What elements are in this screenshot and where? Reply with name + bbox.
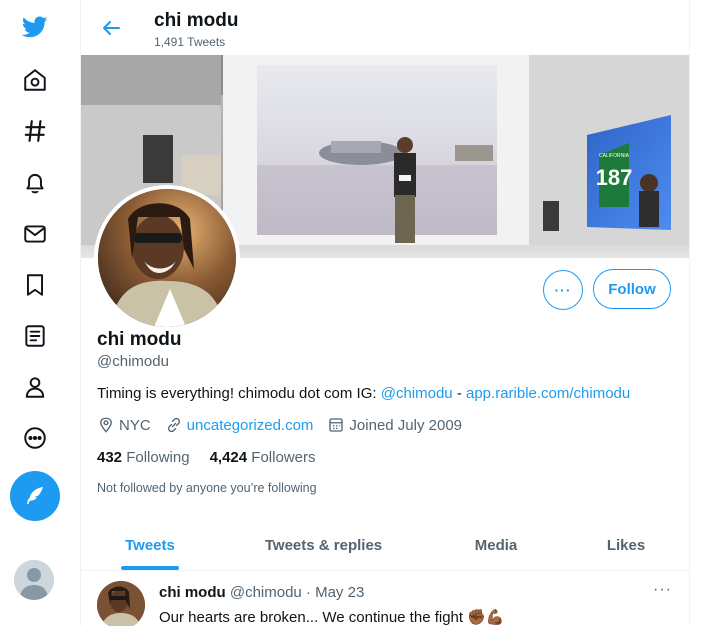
following-link[interactable]: 432 Following	[97, 449, 190, 466]
profile-tabs: Tweets Tweets & replies Media Likes	[81, 520, 689, 571]
display-name: chi modu	[97, 329, 182, 350]
bio-ig-link[interactable]: @chimodu	[381, 385, 453, 402]
back-arrow-icon[interactable]	[99, 16, 123, 40]
bio-rarible-link[interactable]: app.rarible.com/chimodu	[466, 385, 630, 402]
tab-tweets[interactable]: Tweets	[111, 520, 189, 570]
hashtag-icon[interactable]	[16, 112, 54, 150]
more-options-button[interactable]: ···	[543, 270, 583, 310]
user-handle: @chimodu	[97, 353, 169, 370]
bookmark-icon[interactable]	[16, 266, 54, 304]
followers-label: Followers	[247, 449, 316, 466]
link-icon	[167, 417, 180, 433]
compose-tweet-button[interactable]	[10, 471, 60, 521]
page-title: chi modu	[154, 10, 239, 31]
bio-separator: -	[452, 385, 466, 402]
tweet-header: chi modu @chimodu · May 23	[159, 584, 364, 601]
joined-item: Joined July 2009	[327, 416, 462, 434]
mail-icon[interactable]	[16, 215, 54, 253]
followers-count: 4,424	[209, 449, 248, 466]
tweet-count: 1,491 Tweets	[154, 35, 226, 49]
list-icon[interactable]	[16, 317, 54, 355]
profile-avatar[interactable]	[94, 185, 240, 331]
sidebar	[0, 0, 70, 626]
tab-media[interactable]: Media	[456, 520, 536, 570]
followers-link[interactable]: 4,424 Followers	[210, 449, 316, 466]
banner-sign-number: 187	[596, 165, 633, 190]
bell-icon[interactable]	[16, 164, 54, 202]
compose-feather-icon	[27, 487, 43, 504]
tweet-author-meta: @chimodu · May 23	[225, 584, 365, 601]
not-followed-notice: Not followed by anyone you’re following	[97, 481, 317, 495]
joined-text: Joined July 2009	[349, 416, 463, 434]
location-text: NYC	[119, 416, 151, 434]
profile-icon[interactable]	[16, 368, 54, 406]
tab-tweets-replies[interactable]: Tweets & replies	[251, 520, 396, 570]
banner-sign-caption: CALIFORNIA	[599, 153, 630, 159]
profile-meta: NYC uncategorized.com Joined July 2009	[97, 416, 476, 434]
tweet-item[interactable]: chi modu @chimodu · May 23 ··· Our heart…	[81, 571, 689, 626]
twitter-bird-glyph	[22, 16, 48, 38]
location-item: NYC	[97, 416, 151, 434]
location-pin-icon	[100, 417, 112, 433]
tweet-avatar[interactable]	[97, 581, 145, 626]
tweet-author-name: chi modu	[159, 584, 226, 601]
tweet-more-icon[interactable]: ···	[653, 581, 672, 599]
home-icon[interactable]	[16, 61, 54, 99]
tweet-text: Our hearts are broken... We continue the…	[159, 609, 505, 626]
tab-likes[interactable]: Likes	[591, 520, 661, 570]
website-item: uncategorized.com	[165, 416, 314, 434]
bio-text: Timing is everything! chimodu dot com IG…	[97, 385, 381, 402]
following-count: 432	[97, 449, 123, 466]
profile-header: chi modu 1,491 Tweets	[81, 0, 689, 55]
twitter-logo-icon[interactable]	[16, 8, 54, 46]
active-tab-indicator	[121, 566, 179, 570]
profile-column: chi modu 1,491 Tweets 187 CALIFORNIA ···…	[80, 0, 690, 626]
following-label: Following	[122, 449, 190, 466]
bio: Timing is everything! chimodu dot com IG…	[97, 385, 630, 402]
follow-stats: 432 Following 4,424 Followers	[97, 449, 335, 466]
more-circle-icon[interactable]	[16, 419, 54, 457]
follow-button[interactable]: Follow	[593, 269, 671, 309]
calendar-icon	[329, 418, 344, 432]
website-link[interactable]: uncategorized.com	[187, 417, 314, 434]
account-avatar[interactable]	[14, 560, 54, 600]
